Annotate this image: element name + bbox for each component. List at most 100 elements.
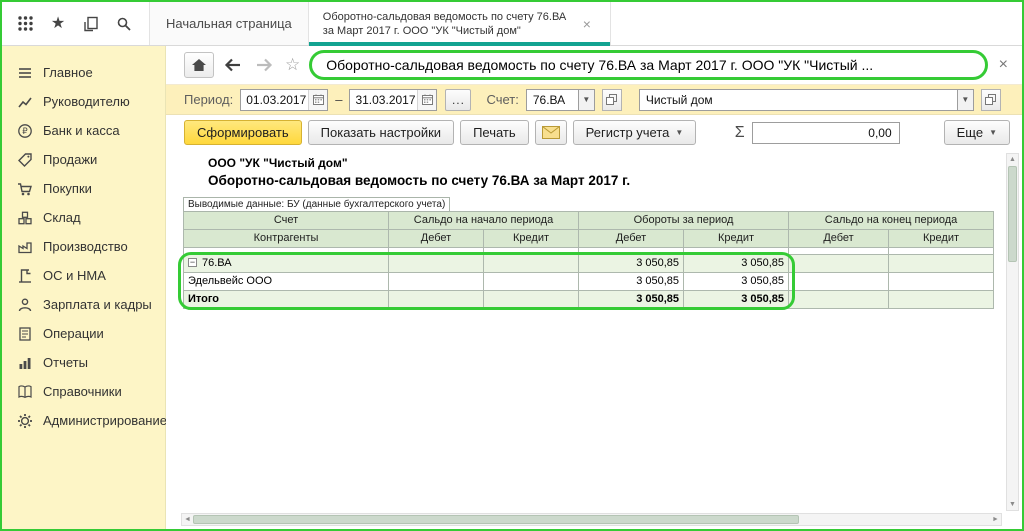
tab-home[interactable]: Начальная страница xyxy=(150,2,309,45)
sidebar-item-label: ОС и НМА xyxy=(43,267,106,284)
cart-icon xyxy=(17,181,33,197)
generate-button[interactable]: Сформировать xyxy=(184,120,302,145)
sidebar-item-manager[interactable]: Руководителю xyxy=(2,87,165,116)
turnover-credit-cell[interactable]: 3 050,85 xyxy=(684,255,789,273)
organization-open-button[interactable] xyxy=(981,89,1001,111)
sidebar-item-production[interactable]: Производство xyxy=(2,232,165,261)
tab-report[interactable]: Оборотно-сальдовая ведомость по счету 76… xyxy=(309,2,611,45)
opening-credit-cell[interactable] xyxy=(484,273,579,291)
ruble-coin-icon: ₽ xyxy=(17,123,33,139)
favorite-star-icon[interactable]: ☆ xyxy=(285,55,300,75)
opening-debit-cell[interactable] xyxy=(389,273,484,291)
organization-dropdown-icon[interactable]: ▼ xyxy=(957,89,974,111)
sidebar-item-sales[interactable]: Продажи xyxy=(2,145,165,174)
forward-button[interactable] xyxy=(252,53,276,77)
header-row-sub: Контрагенты Дебет Кредит Дебет Кредит Де… xyxy=(184,230,994,248)
turnover-debit-cell[interactable]: 3 050,85 xyxy=(579,273,684,291)
book-icon xyxy=(17,384,33,400)
factory-icon xyxy=(17,239,33,255)
bar-chart-icon xyxy=(17,355,33,371)
form-close-icon[interactable]: × xyxy=(999,56,1008,74)
horizontal-scroll-thumb[interactable] xyxy=(193,515,799,524)
email-button[interactable] xyxy=(535,120,567,145)
back-button[interactable] xyxy=(221,53,245,77)
closing-credit-cell[interactable] xyxy=(889,255,994,273)
report-table: Счет Сальдо на начало периода Обороты за… xyxy=(183,211,994,309)
scroll-down-icon[interactable]: ▼ xyxy=(1009,499,1016,510)
closing-credit-cell[interactable] xyxy=(889,273,994,291)
report-table-wrap: Счет Сальдо на начало периода Обороты за… xyxy=(183,211,992,309)
organization-combo[interactable]: Чистый дом ▼ xyxy=(639,89,974,111)
calendar-icon[interactable] xyxy=(417,90,436,110)
account-cell[interactable]: −76.ВА xyxy=(184,255,389,273)
sidebar-item-reports[interactable]: Отчеты xyxy=(2,348,165,377)
account-dropdown-icon[interactable]: ▼ xyxy=(578,89,595,111)
turnover-debit-cell[interactable]: 3 050,85 xyxy=(579,255,684,273)
sidebar-item-operations[interactable]: Операции xyxy=(2,319,165,348)
scroll-right-icon[interactable]: ► xyxy=(990,516,1001,523)
account-open-button[interactable] xyxy=(602,89,622,111)
account-combo[interactable]: 76.ВА ▼ xyxy=(526,89,595,111)
date-to-field[interactable]: 31.03.2017 xyxy=(349,89,437,111)
sidebar-item-catalogs[interactable]: Справочники xyxy=(2,377,165,406)
report-note: Выводимые данные: БУ (данные бухгалтерск… xyxy=(183,197,450,212)
sidebar-item-label: Производство xyxy=(43,238,128,255)
period-more-button[interactable]: ... xyxy=(445,89,471,111)
sidebar-item-administration[interactable]: Администрирование xyxy=(2,406,165,435)
date-from-value: 01.03.2017 xyxy=(241,93,308,107)
sidebar-item-bank[interactable]: ₽ Банк и касса xyxy=(2,116,165,145)
more-button[interactable]: Еще ▼ xyxy=(944,120,1010,145)
vertical-scroll-thumb[interactable] xyxy=(1008,166,1017,262)
home-button[interactable] xyxy=(184,52,214,78)
sidebar-item-label: Отчеты xyxy=(43,354,88,371)
sidebar-item-fixed-assets[interactable]: ОС и НМА xyxy=(2,261,165,290)
turnover-credit-cell[interactable]: 3 050,85 xyxy=(684,291,789,309)
turnover-credit-cell[interactable]: 3 050,85 xyxy=(684,273,789,291)
journal-icon xyxy=(17,326,33,342)
tab-close-icon[interactable]: × xyxy=(583,16,591,32)
spacer-cell xyxy=(889,248,994,255)
sidebar-item-hr[interactable]: Зарплата и кадры xyxy=(2,290,165,319)
closing-debit-cell[interactable] xyxy=(789,291,889,309)
total-cell[interactable]: Итого xyxy=(184,291,389,309)
opening-debit-cell[interactable] xyxy=(389,255,484,273)
main-menu-icon[interactable] xyxy=(16,15,34,33)
col-credit: Кредит xyxy=(484,230,579,248)
register-button[interactable]: Регистр учета ▼ xyxy=(573,120,697,145)
calendar-icon[interactable] xyxy=(308,90,327,110)
show-settings-button[interactable]: Показать настройки xyxy=(308,120,454,145)
sidebar-item-label: Склад xyxy=(43,209,81,226)
opening-credit-cell[interactable] xyxy=(484,291,579,309)
sidebar-item-purchases[interactable]: Покупки xyxy=(2,174,165,203)
print-button[interactable]: Печать xyxy=(460,120,529,145)
arrow-left-icon xyxy=(224,57,242,73)
scroll-up-icon[interactable]: ▲ xyxy=(1009,154,1016,165)
opening-credit-cell[interactable] xyxy=(484,255,579,273)
vertical-scrollbar[interactable]: ▲ ▼ xyxy=(1006,153,1019,511)
horizontal-scrollbar[interactable]: ◄ ► xyxy=(181,513,1002,526)
scroll-left-icon[interactable]: ◄ xyxy=(182,516,193,523)
sidebar-item-label: Администрирование xyxy=(43,412,167,429)
date-from-field[interactable]: 01.03.2017 xyxy=(240,89,328,111)
spacer-cell xyxy=(484,248,579,255)
closing-debit-cell[interactable] xyxy=(789,255,889,273)
sum-field[interactable]: 0,00 xyxy=(752,122,900,144)
search-icon[interactable] xyxy=(115,15,133,33)
favorites-star-icon[interactable]: ★ xyxy=(49,15,67,33)
top-toolbar: ★ xyxy=(2,2,150,45)
sidebar-item-warehouse[interactable]: Склад xyxy=(2,203,165,232)
opening-debit-cell[interactable] xyxy=(389,291,484,309)
closing-debit-cell[interactable] xyxy=(789,273,889,291)
turnover-debit-cell[interactable]: 3 050,85 xyxy=(579,291,684,309)
organization-value: Чистый дом xyxy=(639,89,957,111)
history-icon[interactable] xyxy=(82,15,100,33)
sidebar-item-main[interactable]: Главное xyxy=(2,58,165,87)
closing-credit-cell[interactable] xyxy=(889,291,994,309)
date-to-value: 31.03.2017 xyxy=(350,93,417,107)
counterparty-cell[interactable]: Эдельвейс ООО xyxy=(184,273,389,291)
report-title: Оборотно-сальдовая ведомость по счету 76… xyxy=(208,173,992,188)
collapse-toggle-icon[interactable]: − xyxy=(188,258,197,267)
action-bar: Сформировать Показать настройки Печать Р… xyxy=(166,115,1022,150)
sigma-icon: Σ xyxy=(735,124,745,142)
header-row-groups: Счет Сальдо на начало периода Обороты за… xyxy=(184,212,994,230)
